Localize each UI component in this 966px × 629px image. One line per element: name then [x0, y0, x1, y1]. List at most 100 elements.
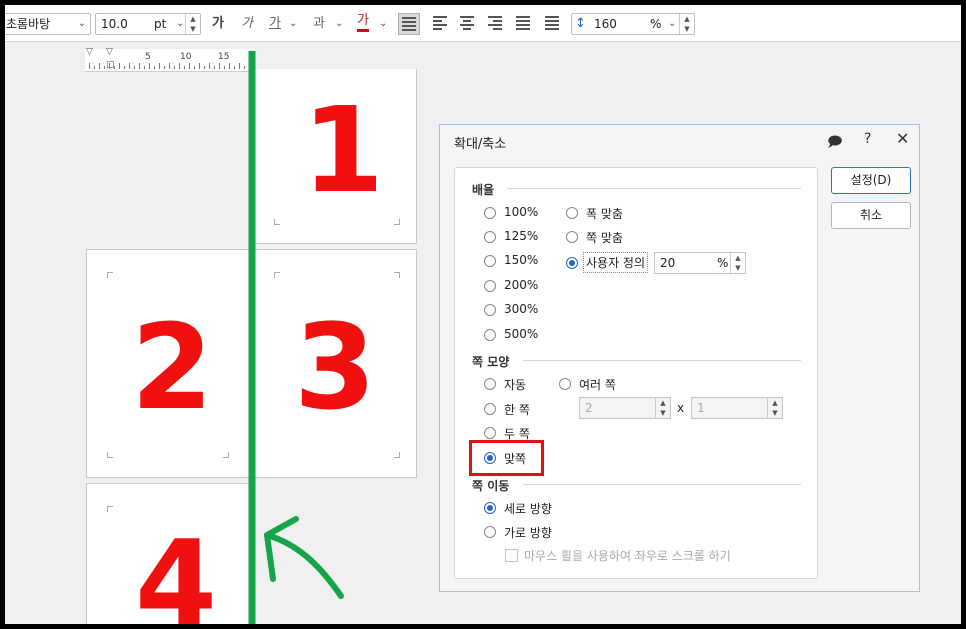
- distribute-icon[interactable]: [516, 16, 530, 30]
- page-1[interactable]: 1: [253, 69, 417, 244]
- chevron-down-icon: ⌄: [176, 18, 185, 29]
- font-name-value: 초롬바탕: [6, 17, 51, 31]
- multi-cols-spinner[interactable]: ▲ ▼: [767, 398, 782, 418]
- line-spacing-value: 160: [594, 17, 617, 31]
- ruler-tick: [114, 66, 115, 69]
- chevron-down-icon: ⌄: [668, 18, 677, 29]
- multi-rows-field[interactable]: 2 ▲ ▼: [579, 397, 671, 419]
- ruler-tick: [134, 66, 135, 69]
- section-zoom-title: 배율: [472, 183, 495, 197]
- ruler-tick: [99, 63, 100, 69]
- chevron-down-icon[interactable]: ⌄: [335, 18, 343, 29]
- align-justify-icon[interactable]: [398, 13, 420, 35]
- ruler-tick: [179, 63, 180, 69]
- help-icon[interactable]: ?: [864, 131, 871, 147]
- align-left-icon[interactable]: [433, 16, 447, 30]
- font-size-unit: pt: [154, 17, 167, 31]
- font-name-select[interactable]: 초롬바탕 ⌄: [5, 13, 91, 35]
- font-size-spinner[interactable]: ▲ ▼: [185, 14, 200, 34]
- shape-auto-label: 자동: [504, 378, 527, 392]
- zoom-300-radio[interactable]: [484, 304, 496, 316]
- shape-auto-radio[interactable]: [484, 378, 496, 390]
- custom-zoom-field[interactable]: 20 % ▲ ▼: [654, 252, 746, 274]
- underline-icon[interactable]: 가: [269, 13, 281, 35]
- zoom-125-label: 125%: [504, 229, 539, 243]
- zoom-500-radio[interactable]: [484, 329, 496, 341]
- ruler-tick: [124, 66, 125, 69]
- ruler-mark: 5: [145, 52, 151, 62]
- page-number-label: 1: [302, 81, 385, 219]
- move-vertical-radio[interactable]: [484, 502, 496, 514]
- page-4[interactable]: 4: [86, 483, 250, 624]
- indent-marker-icon[interactable]: ▽: [106, 47, 113, 57]
- indent-marker-icon[interactable]: ▽: [86, 47, 93, 57]
- ruler-tick: [94, 66, 95, 69]
- font-color-icon[interactable]: 가: [357, 13, 369, 32]
- shape-one-label: 한 쪽: [504, 403, 530, 417]
- font-size-field[interactable]: 10.0 pt ⌄ ▲ ▼: [95, 13, 201, 35]
- cancel-button[interactable]: 취소: [831, 202, 911, 229]
- ruler-tick: [169, 63, 170, 69]
- fit-page-label: 쪽 맞춤: [586, 231, 623, 245]
- ruler-tick: [239, 63, 240, 69]
- italic-icon[interactable]: 가: [241, 13, 253, 35]
- bold-icon[interactable]: 가: [212, 13, 224, 35]
- page-3[interactable]: 3: [253, 249, 417, 478]
- align-right-icon[interactable]: [488, 16, 502, 30]
- strikethrough-icon[interactable]: 과: [313, 13, 325, 35]
- chevron-down-icon[interactable]: ⌄: [379, 18, 387, 29]
- multi-rows-spinner[interactable]: ▲ ▼: [655, 398, 670, 418]
- line-spacing-spinner[interactable]: ▲ ▼: [679, 14, 694, 34]
- custom-zoom-label: 사용자 정의: [583, 252, 649, 273]
- ruler-mark: 15: [218, 52, 230, 62]
- fit-width-radio[interactable]: [566, 207, 578, 219]
- ruler-tick: [184, 66, 185, 69]
- zoom-200-radio[interactable]: [484, 280, 496, 292]
- ok-button[interactable]: 설정(D): [831, 167, 911, 194]
- shape-two-radio[interactable]: [484, 427, 496, 439]
- ruler-tick: [109, 63, 110, 69]
- multi-cols-field[interactable]: 1 ▲ ▼: [691, 397, 783, 419]
- zoom-125-radio[interactable]: [484, 231, 496, 243]
- ruler-tick: [244, 66, 245, 69]
- close-icon[interactable]: ✕: [896, 129, 909, 148]
- custom-zoom-radio[interactable]: [566, 257, 578, 269]
- ruler-tick: [159, 63, 160, 69]
- shape-multi-radio[interactable]: [559, 378, 571, 390]
- move-horizontal-radio[interactable]: [484, 526, 496, 538]
- shape-one-radio[interactable]: [484, 403, 496, 415]
- align-center-icon[interactable]: [460, 16, 474, 30]
- comment-icon[interactable]: 🗩: [827, 131, 843, 155]
- mouse-wheel-checkbox[interactable]: [505, 549, 518, 562]
- ruler-mark: 10: [180, 52, 192, 62]
- ruler-tick: [234, 66, 235, 69]
- section-shape-title: 쪽 모양: [472, 355, 510, 369]
- zoom-150-radio[interactable]: [484, 255, 496, 267]
- ruler-tick: [224, 66, 225, 69]
- dialog-title: 확대/축소: [454, 137, 507, 152]
- page-number-label: 3: [294, 298, 377, 436]
- zoom-500-label: 500%: [504, 327, 539, 341]
- zoom-100-radio[interactable]: [484, 207, 496, 219]
- split-align-icon[interactable]: [545, 16, 559, 30]
- chevron-down-icon[interactable]: ⌄: [289, 18, 297, 29]
- chevron-down-icon: ⌄: [77, 18, 86, 29]
- line-spacing-field[interactable]: ↕ 160 % ⌄ ▲ ▼: [571, 13, 695, 35]
- page-2[interactable]: 2: [86, 249, 250, 478]
- ruler-tick: [154, 66, 155, 69]
- custom-zoom-spinner[interactable]: ▲ ▼: [730, 253, 745, 273]
- fit-page-radio[interactable]: [566, 231, 578, 243]
- ruler-tick: [219, 63, 220, 69]
- ruler-tick: [104, 66, 105, 69]
- zoom-200-label: 200%: [504, 278, 539, 292]
- ruler-tick: [144, 66, 145, 69]
- move-horizontal-label: 가로 방향: [504, 526, 552, 540]
- horizontal-ruler[interactable]: 5 10 15 ▽ ▽ □: [85, 47, 250, 72]
- custom-zoom-unit: %: [717, 256, 729, 270]
- app-frame: 초롬바탕 ⌄ 10.0 pt ⌄ ▲ ▼ 가 가 가 ⌄ 과 ⌄ 가 ⌄ ↕ 16…: [5, 5, 961, 624]
- multiply-sign: x: [677, 401, 685, 415]
- page-number-label: 4: [135, 514, 218, 624]
- zoom-300-label: 300%: [504, 302, 539, 316]
- line-spacing-unit: %: [650, 17, 662, 31]
- ruler-tick: [204, 66, 205, 69]
